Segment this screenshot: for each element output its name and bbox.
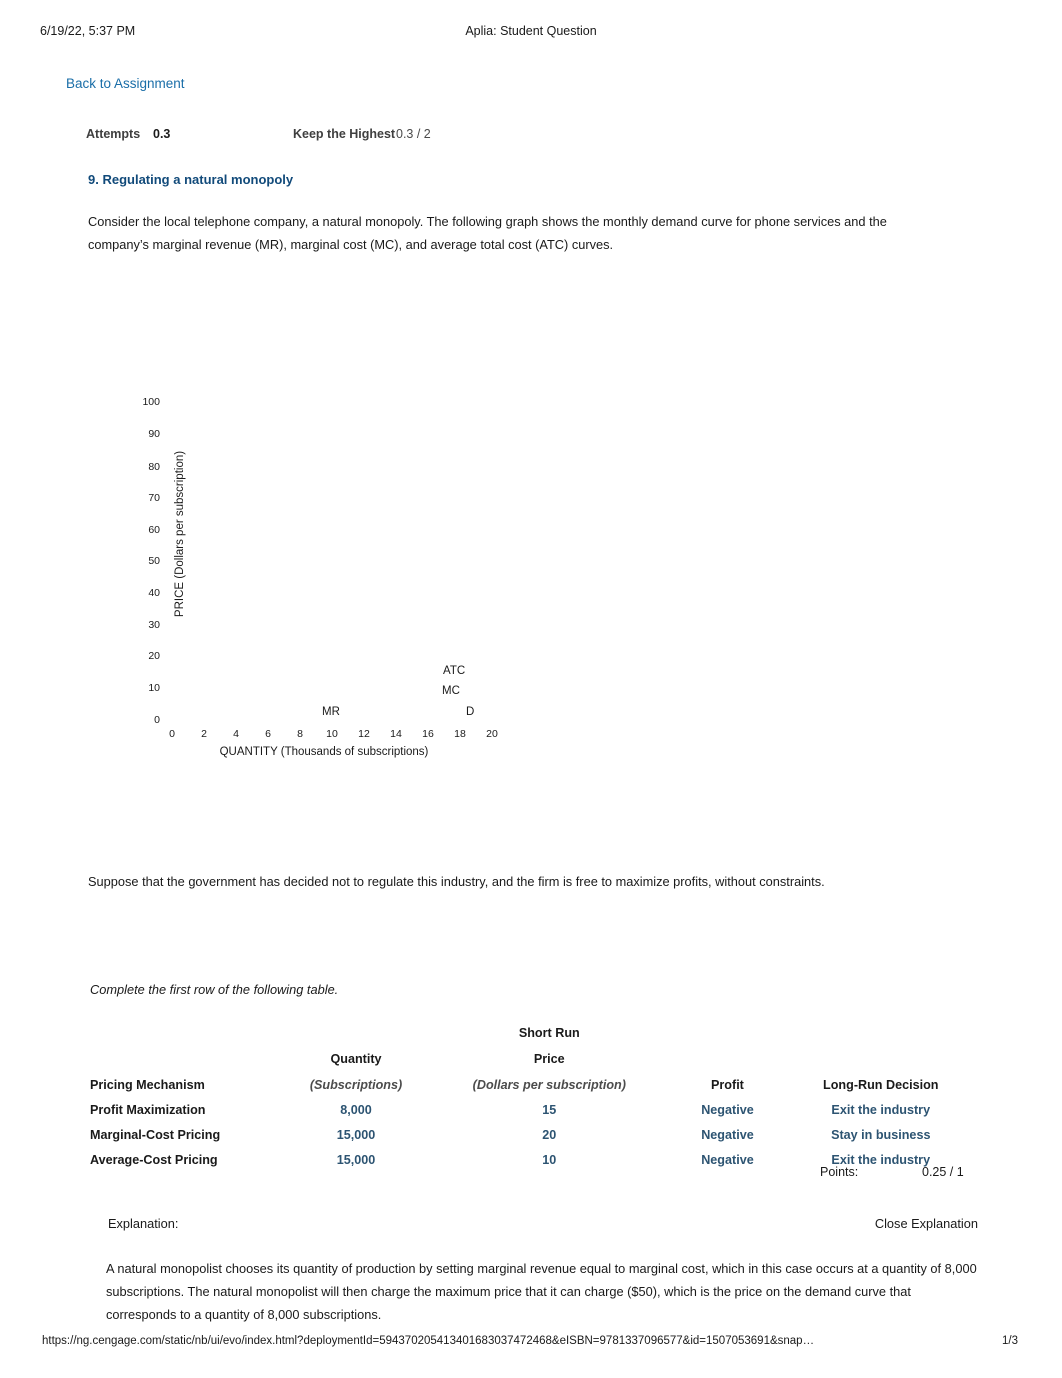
table-header-price: Price <box>533 1052 565 1066</box>
y-tick-label: 30 <box>148 619 160 631</box>
page-content: Back to Assignment Attempts 0.3 Keep the… <box>0 0 1062 1378</box>
table-header-long-run-decision: Long-Run Decision <box>823 1078 939 1092</box>
instruction-text: Complete the first row of the following … <box>90 982 339 997</box>
spacer-cell <box>90 1012 277 1040</box>
x-tick-label: 10 <box>326 728 338 740</box>
table-header-profit: Profit <box>711 1078 744 1092</box>
y-tick-label: 70 <box>148 492 160 504</box>
row-price[interactable]: 10 <box>435 1142 663 1167</box>
y-tick-label: 90 <box>148 428 160 440</box>
table-header-quantity: Quantity <box>330 1052 382 1066</box>
table-group-header-row: Short Run <box>90 1012 970 1040</box>
keep-highest-label: Keep the Highest <box>293 127 396 141</box>
table-header-row: Pricing Mechanism (Subscriptions) (Dolla… <box>90 1066 970 1092</box>
spacer-cell <box>663 1012 791 1040</box>
y-tick-label: 10 <box>148 682 160 694</box>
y-tick-label: 100 <box>142 396 160 408</box>
x-tick-label: 8 <box>297 728 303 740</box>
attempts-bar: Attempts 0.3 Keep the Highest 0.3 / 2 <box>86 127 846 145</box>
question-intro-text: Consider the local telephone company, a … <box>88 214 887 252</box>
x-tick-label: 16 <box>422 728 434 740</box>
spacer-cell <box>277 1012 435 1040</box>
row-quantity[interactable]: 8,000 <box>277 1092 435 1117</box>
row-long-run-decision[interactable]: Stay in business <box>792 1117 970 1142</box>
row-long-run-decision[interactable]: Exit the industry <box>792 1142 970 1167</box>
row-mechanism: Profit Maximization <box>90 1103 206 1117</box>
x-tick-label: 2 <box>201 728 207 740</box>
print-footer-url: https://ng.cengage.com/static/nb/ui/evo/… <box>42 1335 815 1347</box>
y-tick-label: 60 <box>148 524 160 536</box>
table-row: Average-Cost Pricing 15,000 10 Negative … <box>90 1142 970 1167</box>
row-profit[interactable]: Negative <box>663 1142 791 1167</box>
points-value: 0.25 / 1 <box>922 1165 964 1179</box>
y-tick-label: 0 <box>154 714 160 726</box>
table-row: Marginal-Cost Pricing 15,000 20 Negative… <box>90 1117 970 1142</box>
print-footer: https://ng.cengage.com/static/nb/ui/evo/… <box>0 1335 1062 1353</box>
spacer-cell <box>792 1012 970 1040</box>
points-row: Points: 0.25 / 1 <box>700 1165 1000 1183</box>
close-explanation-button[interactable]: Close Explanation <box>875 1216 978 1231</box>
row-mechanism: Marginal-Cost Pricing <box>90 1128 221 1142</box>
x-axis-ticks: 0 2 4 6 8 10 12 14 16 18 20 <box>154 728 498 744</box>
spacer-cell <box>90 1040 277 1066</box>
table-subheader-row: Quantity Price <box>90 1040 970 1066</box>
y-axis-title: PRICE (Dollars per subscription) <box>174 450 186 618</box>
curve-label-mr: MR <box>322 706 340 718</box>
x-axis-title: QUANTITY (Thousands of subscriptions) <box>219 746 429 758</box>
curve-label-atc: ATC <box>443 665 466 677</box>
points-label: Points: <box>820 1165 859 1179</box>
table-header-price-unit: (Dollars per subscription) <box>472 1078 626 1092</box>
x-tick-label: 14 <box>390 728 402 740</box>
back-to-assignment-link[interactable]: Back to Assignment <box>66 76 185 91</box>
keep-highest-value: 0.3 / 2 <box>396 127 431 141</box>
y-tick-label: 50 <box>148 555 160 567</box>
curve-label-d: D <box>466 706 475 718</box>
row-price[interactable]: 20 <box>435 1117 663 1142</box>
row-price[interactable]: 15 <box>435 1092 663 1117</box>
suppose-text: Suppose that the government has decided … <box>88 874 825 889</box>
row-profit[interactable]: Negative <box>663 1092 791 1117</box>
attempts-value: 0.3 <box>153 127 171 141</box>
monopoly-graph: PRICE (Dollars per subscription) 100 90 … <box>110 388 530 768</box>
y-tick-label: 40 <box>148 587 160 599</box>
explanation-body: A natural monopolist chooses its quantit… <box>106 1261 977 1322</box>
explanation-label: Explanation: <box>108 1216 179 1231</box>
table-header-quantity-unit: (Subscriptions) <box>309 1078 403 1092</box>
x-tick-label: 20 <box>486 728 498 740</box>
y-tick-label: 20 <box>148 650 160 662</box>
spacer-cell <box>792 1040 970 1066</box>
x-tick-label: 12 <box>358 728 370 740</box>
row-mechanism: Average-Cost Pricing <box>90 1153 218 1167</box>
question-title: 9. Regulating a natural monopoly <box>88 172 294 187</box>
row-long-run-decision[interactable]: Exit the industry <box>792 1092 970 1117</box>
table-group-header-short-run: Short Run <box>518 1026 580 1040</box>
row-profit[interactable]: Negative <box>663 1117 791 1142</box>
x-tick-label: 6 <box>265 728 271 740</box>
row-quantity[interactable]: 15,000 <box>277 1117 435 1142</box>
y-axis-ticks: 100 90 80 70 60 50 40 30 20 10 0 <box>110 388 160 728</box>
curve-label-mc: MC <box>442 685 460 697</box>
explanation-header: Explanation: Close Explanation <box>108 1216 978 1236</box>
row-quantity[interactable]: 15,000 <box>277 1142 435 1167</box>
spacer-cell <box>663 1040 791 1066</box>
pricing-mechanism-table: Short Run Quantity Price Pricing Mechani… <box>90 1012 970 1167</box>
x-tick-label: 18 <box>454 728 466 740</box>
table-header-mechanism: Pricing Mechanism <box>90 1078 205 1092</box>
print-footer-page: 1/3 <box>1002 1335 1018 1347</box>
y-tick-label: 80 <box>148 461 160 473</box>
table-row: Profit Maximization 8,000 15 Negative Ex… <box>90 1092 970 1117</box>
attempts-label: Attempts <box>86 127 141 141</box>
x-tick-label: 4 <box>233 728 239 740</box>
x-tick-label: 0 <box>169 728 175 740</box>
